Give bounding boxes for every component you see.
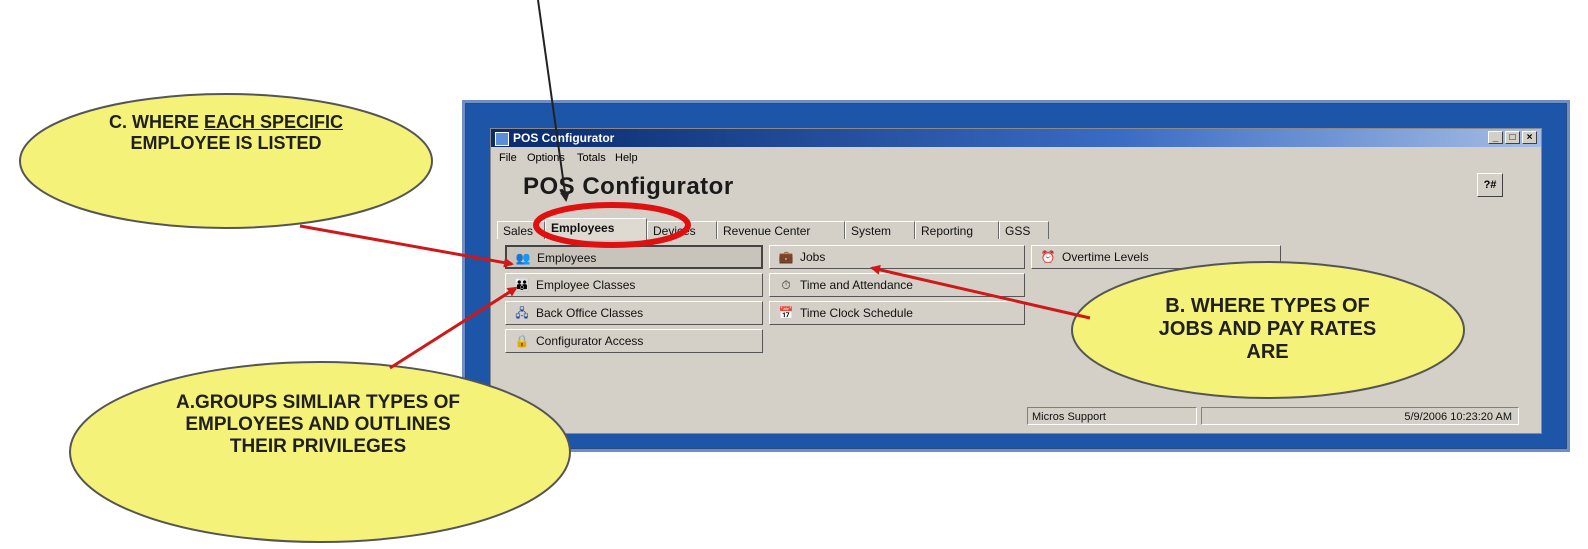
black-pointer-arrow <box>537 0 570 202</box>
callout-c-underlined: EACH SPECIFIC <box>203 112 344 132</box>
arrow-b-to-jobs <box>870 264 1091 320</box>
annotation-overlay <box>19 0 1465 543</box>
employees-tab-highlight-ring <box>533 202 691 248</box>
arrow-a-to-employee-classes <box>389 286 518 370</box>
callout-a-text: A.GROUPS SIMLIAR TYPES OF EMPLOYEES AND … <box>176 392 460 457</box>
callout-c-line1: C. WHERE <box>108 112 204 132</box>
arrow-c-to-employees <box>299 224 514 268</box>
callout-c-rest: EMPLOYEE IS LISTED <box>130 132 322 153</box>
callout-b-text: B. WHERE TYPES OF JOBS AND PAY RATES ARE <box>1158 295 1377 363</box>
callout-c-text: C. WHERE EACH SPECIFIC EMPLOYEE IS LISTE… <box>90 112 362 153</box>
